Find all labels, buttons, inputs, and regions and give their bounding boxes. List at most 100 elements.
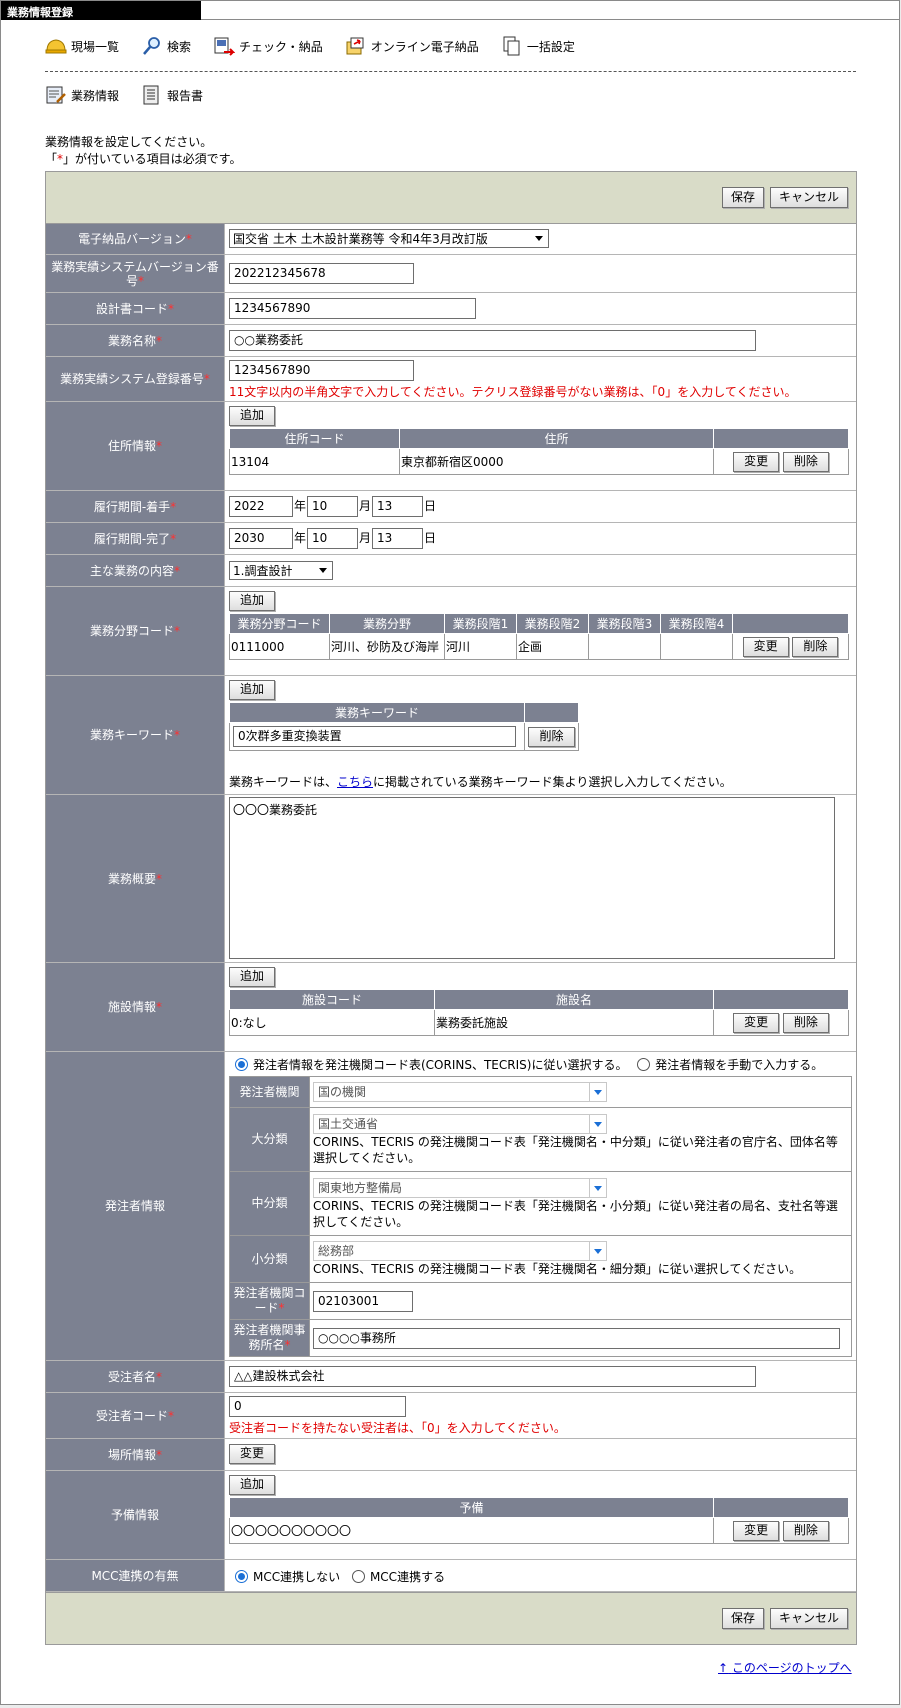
- facility-table: 施設コード 施設名 0:なし 業務委託施設 変更 削除: [229, 989, 849, 1036]
- start-day-input[interactable]: 13: [372, 496, 424, 517]
- facility-edit-button[interactable]: 変更: [733, 1012, 780, 1033]
- table-row: 0次群多重変換装置 削除: [229, 722, 579, 751]
- orderer-code-input[interactable]: 02103001: [313, 1290, 413, 1312]
- intro-text: 業務情報を設定してください。 「*」が付いている項目は必須です。: [45, 134, 241, 168]
- label-contractor: 受注者名 *: [46, 1361, 225, 1392]
- sys-reg-input[interactable]: 1234567890: [229, 360, 414, 381]
- label-sys-version: 業務実績システムバージョン番号*: [46, 255, 225, 292]
- row-mcc: MCC連携の有無 MCC連携しない MCC連携する: [46, 1560, 856, 1592]
- field-code-delete-button[interactable]: 削除: [792, 636, 839, 657]
- sys-version-input[interactable]: 202212345678: [229, 263, 414, 284]
- nav-bulk-settings[interactable]: 一括設定: [501, 36, 575, 56]
- orderer-mid-combo[interactable]: 関東地方整備局: [313, 1177, 607, 1198]
- field-code-edit-button[interactable]: 変更: [742, 636, 789, 657]
- orderer-org-combo[interactable]: 国の機関: [313, 1082, 607, 1102]
- row-contractor-code: 受注者コード * 0 受注者コードを持たない受注者は、「0」を入力してください。: [46, 1393, 856, 1439]
- cancel-button[interactable]: キャンセル: [769, 187, 848, 208]
- copy-icon: [501, 36, 523, 56]
- start-month-input[interactable]: 10: [307, 496, 359, 517]
- orderer-manual-radio[interactable]: [637, 1058, 651, 1071]
- mcc-on-radio[interactable]: [351, 1570, 365, 1583]
- reserve-add-button[interactable]: 追加: [229, 1475, 276, 1495]
- edit-document-icon: [45, 85, 67, 105]
- chevron-down-icon: [589, 1178, 606, 1197]
- row-orderer: 発注者情報 発注者情報を発注機関コード表(CORINS、TECRIS)に従い選択…: [46, 1052, 856, 1361]
- orderer-code-radio[interactable]: [235, 1058, 248, 1071]
- contractor-code-note: 受注者コードを持たない受注者は、「0」を入力してください。: [229, 1421, 566, 1435]
- reserve-delete-button[interactable]: 削除: [782, 1520, 829, 1541]
- main-nav: 現場一覧 検索 チェック・納品 オンライン電子納品 一括設定: [45, 36, 597, 56]
- address-delete-button[interactable]: 削除: [782, 451, 829, 472]
- nav-report[interactable]: 報告書: [141, 85, 203, 105]
- contractor-code-input[interactable]: 0: [229, 1396, 406, 1417]
- location-edit-button[interactable]: 変更: [229, 1444, 276, 1464]
- report-icon: [141, 85, 163, 105]
- title-divider: [201, 19, 899, 20]
- nav-work-info[interactable]: 業務情報: [45, 85, 119, 105]
- label-end-date: 履行期間-完了 *: [46, 523, 225, 554]
- keyword-add-button[interactable]: 追加: [229, 680, 276, 700]
- table-row: 0:なし 業務委託施設 変更 削除: [229, 1009, 849, 1036]
- check-deliver-icon: [213, 36, 236, 56]
- orderer-mid-label: 中分類: [229, 1171, 310, 1236]
- action-bar-top: 保存 キャンセル: [46, 172, 856, 224]
- summary-textarea[interactable]: 〇〇〇業務委託: [229, 797, 835, 959]
- row-sys-reg: 業務実績システム登録番号 * 1234567890 11文字以内の半角文字で入力し…: [46, 357, 856, 402]
- address-edit-button[interactable]: 変更: [733, 451, 780, 472]
- save-button-bottom[interactable]: 保存: [721, 1608, 764, 1629]
- save-button[interactable]: 保存: [721, 187, 764, 208]
- online-deliver-icon: [345, 36, 367, 56]
- label-field-code: 業務分野コード *: [46, 587, 225, 675]
- row-start-date: 履行期間-着手 * 2022 年 10 月 13 日: [46, 491, 856, 523]
- orderer-mode-radios: 発注者情報を発注機関コード表(CORINS、TECRIS)に従い選択する。 発注…: [235, 1056, 852, 1073]
- keyword-delete-button[interactable]: 削除: [528, 726, 575, 747]
- label-orderer: 発注者情報: [46, 1052, 225, 1360]
- reserve-edit-button[interactable]: 変更: [733, 1520, 780, 1541]
- arrow-up-icon: ↑: [718, 1661, 729, 1675]
- orderer-large-combo[interactable]: 国土交通省: [313, 1113, 607, 1134]
- label-design-code: 設計書コード *: [46, 293, 225, 324]
- start-year-input[interactable]: 2022: [229, 496, 293, 517]
- label-summary: 業務概要 *: [46, 795, 225, 962]
- address-add-button[interactable]: 追加: [229, 406, 276, 426]
- sys-reg-note: 11文字以内の半角文字で入力してください。テクリス登録番号がない業務は、「0」を…: [229, 385, 797, 399]
- end-day-input[interactable]: 13: [372, 528, 424, 549]
- orderer-office-label: 発注者機関事務所名*: [229, 1319, 310, 1357]
- keyword-list-link[interactable]: こちら: [337, 775, 373, 789]
- label-location: 場所情報 *: [46, 1439, 225, 1470]
- orderer-small-combo[interactable]: 総務部: [313, 1241, 607, 1261]
- mcc-off-radio[interactable]: [235, 1570, 248, 1583]
- version-select[interactable]: 国交省 土木 土木設計業務等 令和4年3月改訂版: [229, 229, 549, 248]
- design-code-input[interactable]: 1234567890: [229, 298, 476, 319]
- nav-search[interactable]: 検索: [141, 36, 191, 56]
- contractor-input[interactable]: △△建設株式会社: [229, 1366, 756, 1387]
- row-design-code: 設計書コード * 1234567890: [46, 293, 856, 325]
- sub-nav: 業務情報 報告書: [45, 85, 225, 105]
- end-month-input[interactable]: 10: [307, 528, 359, 549]
- label-address: 住所情報 *: [46, 402, 225, 490]
- reserve-table: 予備 〇〇〇〇〇〇〇〇〇〇 変更 削除: [229, 1497, 849, 1544]
- row-version: 電子納品バージョン * 国交省 土木 土木設計業務等 令和4年3月改訂版: [46, 224, 856, 255]
- orderer-office-input[interactable]: ○○○○事務所: [313, 1327, 840, 1349]
- row-summary: 業務概要 * 〇〇〇業務委託: [46, 795, 856, 963]
- row-reserve: 予備情報 追加 予備 〇〇〇〇〇〇〇〇〇〇 変更 削除: [46, 1471, 856, 1560]
- nav-online-deliver[interactable]: オンライン電子納品: [345, 36, 479, 56]
- main-content-select[interactable]: 1.調査設計: [229, 561, 333, 580]
- nav-site-list[interactable]: 現場一覧: [45, 36, 119, 56]
- work-info-form: 保存 キャンセル 電子納品バージョン * 国交省 土木 土木設計業務等 令和4年3…: [45, 171, 857, 1645]
- intro-line-1: 業務情報を設定してください。: [45, 135, 213, 149]
- cancel-button-bottom[interactable]: キャンセル: [769, 1608, 848, 1629]
- end-year-input[interactable]: 2030: [229, 528, 293, 549]
- row-contractor: 受注者名 * △△建設株式会社: [46, 1361, 856, 1393]
- work-name-input[interactable]: ○○業務委託: [229, 330, 756, 351]
- page-top-link[interactable]: ↑ このページのトップへ: [718, 1659, 852, 1676]
- label-keyword: 業務キーワード *: [46, 676, 225, 794]
- field-code-add-button[interactable]: 追加: [229, 591, 276, 611]
- nav-check-deliver[interactable]: チェック・納品: [213, 36, 323, 56]
- label-start-date: 履行期間-着手 *: [46, 491, 225, 522]
- keyword-input[interactable]: 0次群多重変換装置: [233, 726, 516, 747]
- helmet-icon: [45, 36, 67, 56]
- facility-delete-button[interactable]: 削除: [782, 1012, 829, 1033]
- facility-add-button[interactable]: 追加: [229, 967, 276, 987]
- orderer-small-label: 小分類: [229, 1235, 310, 1283]
